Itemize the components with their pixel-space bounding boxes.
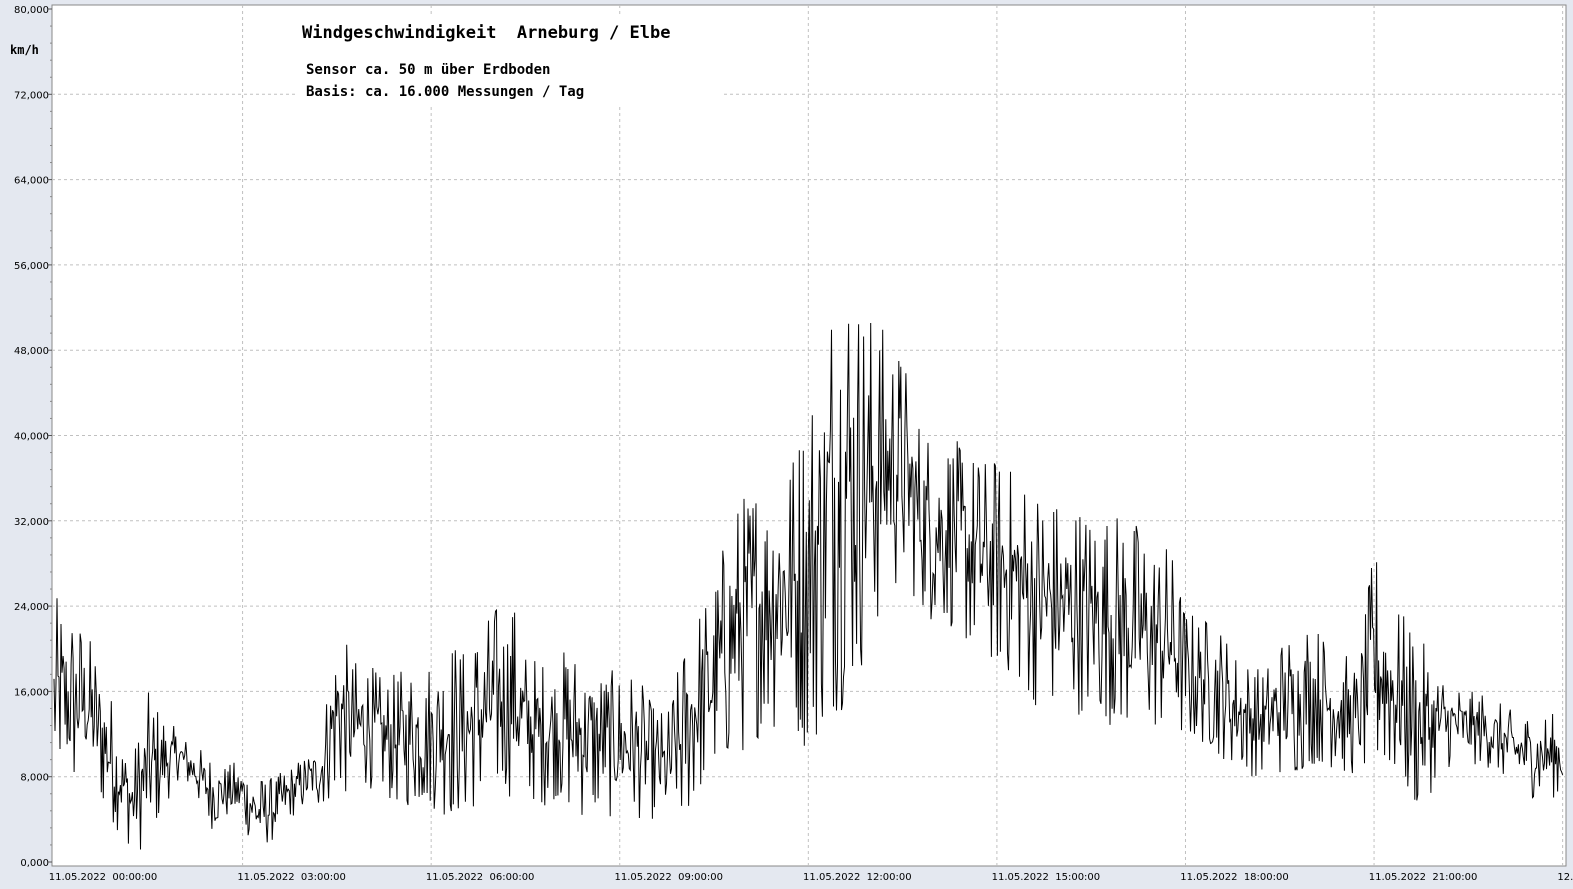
y-tick-label: 80,000 bbox=[14, 5, 49, 16]
x-tick-label: 11.05.2022 15:00:00 bbox=[992, 872, 1101, 883]
chart-window: 0,000 8,000 16,000 24,000 32,000 40,000 48,000… bbox=[0, 0, 1573, 889]
x-tick-label: 11.05.2022 06:00:00 bbox=[426, 872, 535, 883]
y-tick-label: 64,000 bbox=[14, 176, 49, 187]
chart-title: Windgeschwindigkeit Arneburg / Elbe bbox=[302, 23, 670, 43]
y-tick-label: 0,000 bbox=[20, 858, 49, 869]
x-axis-ticks: 11.05.2022 00:00:00 11.05.2022 03:00:00 11… bbox=[49, 872, 1573, 883]
x-tick-label: 11.05.2022 21:00:00 bbox=[1369, 872, 1478, 883]
y-tick-label: 32,000 bbox=[14, 517, 49, 528]
y-tick-label: 40,000 bbox=[14, 432, 49, 443]
y-tick-label: 16,000 bbox=[14, 687, 49, 698]
chart-subtitle-sensor: Sensor ca. 50 m über Erdboden bbox=[306, 62, 550, 78]
y-tick-label: 48,000 bbox=[14, 346, 49, 357]
y-axis-ticks: 0,000 8,000 16,000 24,000 32,000 40,000 48,000… bbox=[14, 5, 52, 869]
x-tick-label: 11.05.2022 00:00:00 bbox=[49, 872, 158, 883]
wind-speed-chart: 0,000 8,000 16,000 24,000 32,000 40,000 48,000… bbox=[10, 4, 1573, 883]
y-tick-label: 72,000 bbox=[14, 90, 49, 101]
y-axis-label: km/h bbox=[10, 43, 39, 57]
x-tick-label: 11.05.2022 03:00:00 bbox=[237, 872, 346, 883]
x-tick-label: 11.05.2022 12:00:00 bbox=[803, 872, 912, 883]
chart-subtitle-basis: Basis: ca. 16.000 Messungen / Tag bbox=[306, 84, 584, 100]
x-tick-label: 12.05.2022 00:00:00 bbox=[1557, 872, 1573, 883]
x-tick-label: 11.05.2022 18:00:00 bbox=[1180, 872, 1289, 883]
x-tick-label: 11.05.2022 09:00:00 bbox=[614, 872, 723, 883]
y-tick-label: 8,000 bbox=[20, 773, 49, 784]
y-tick-label: 56,000 bbox=[14, 261, 49, 272]
y-tick-label: 24,000 bbox=[14, 602, 49, 613]
